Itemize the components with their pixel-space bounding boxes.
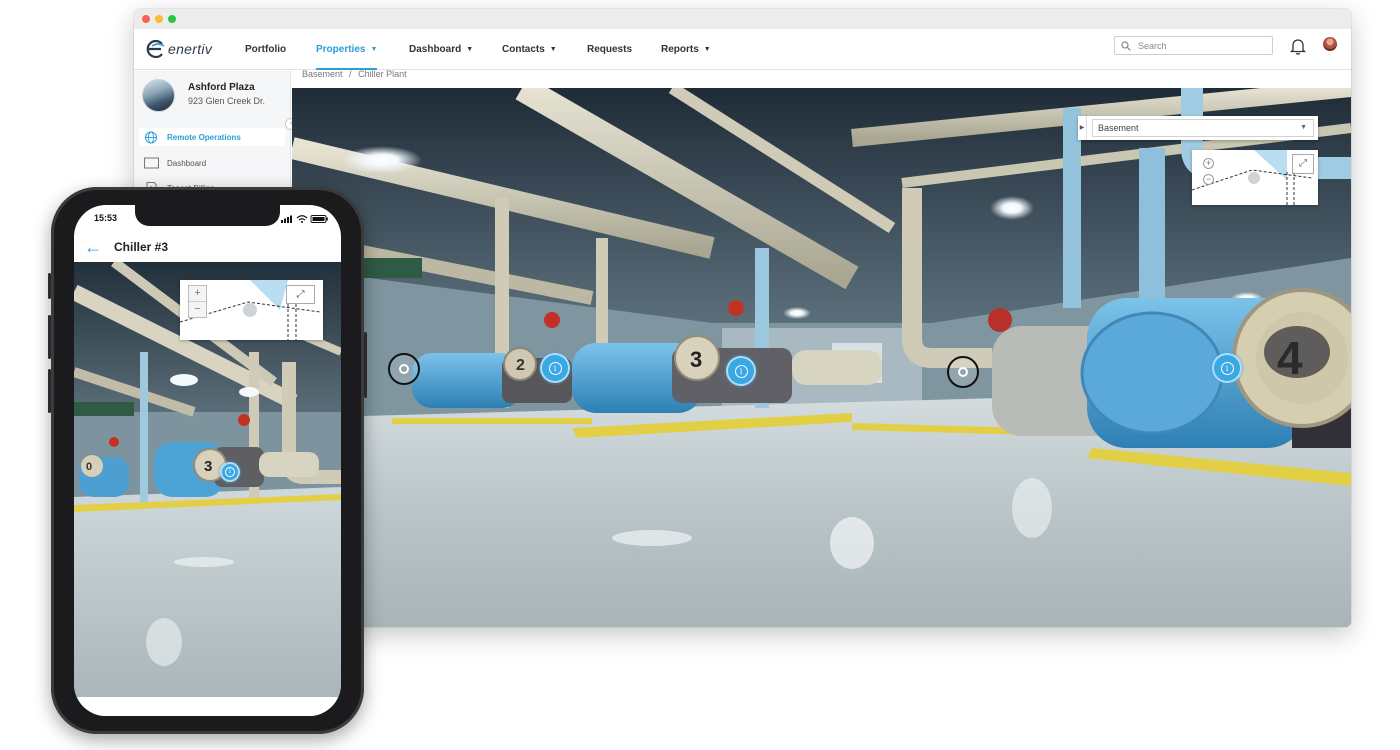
chiller-3-label: 3 <box>690 347 702 372</box>
nav-requests[interactable]: Requests <box>587 29 632 70</box>
floor-selector: ▶ Basement ▼ <box>1078 116 1318 140</box>
minimize-window-button[interactable] <box>155 15 163 23</box>
sidebar-item-remote-operations[interactable]: Remote Operations <box>139 128 285 146</box>
chiller-2-info-hotspot[interactable]: i <box>540 353 570 383</box>
phone-zoom-controls: + − <box>188 285 207 318</box>
sidebar-item-label: Remote Operations <box>167 132 241 142</box>
nav-portfolio-label: Portfolio <box>245 44 287 55</box>
nav-dashboard-label: Dashboard <box>409 44 462 55</box>
search-box[interactable] <box>1114 36 1273 55</box>
caret-down-icon: ▼ <box>549 46 557 53</box>
status-time: 15:53 <box>94 213 118 223</box>
globe-icon <box>145 131 157 143</box>
navigation-point-right[interactable] <box>947 356 979 388</box>
nav-point-icon <box>958 367 968 377</box>
floor-minimap[interactable]: + − ⤢ <box>1192 150 1318 205</box>
phone-minimap[interactable]: + − ⤢ <box>180 280 323 340</box>
phone-header: ← Chiller #3 <box>74 235 341 262</box>
expand-map-icon[interactable]: ⤢ <box>1292 154 1314 174</box>
nav-portfolio[interactable]: Portfolio <box>245 29 286 70</box>
phone-expand-map-icon[interactable]: ⤢ <box>286 285 315 304</box>
search-input[interactable] <box>1138 40 1258 51</box>
chiller-4-info-hotspot[interactable]: i <box>1212 353 1242 383</box>
status-icons <box>281 215 328 223</box>
phone-zoom-out-button[interactable]: − <box>189 302 206 318</box>
back-arrow-icon[interactable]: ← <box>84 238 102 256</box>
nav-dashboard[interactable]: Dashboard ▼ <box>409 29 473 70</box>
property-name: Ashford Plaza <box>188 82 255 93</box>
info-icon: i <box>225 467 235 477</box>
enertiv-logo-icon <box>146 40 165 58</box>
phone-bottom-bar <box>74 697 341 716</box>
window-titlebar <box>134 9 1351 29</box>
nav-reports[interactable]: Reports ▼ <box>661 29 711 70</box>
nav-point-icon <box>399 364 409 374</box>
phone-chiller-info-hotspot[interactable]: i <box>220 462 240 482</box>
navigation-point-left[interactable] <box>388 353 420 385</box>
phone-panorama-viewer[interactable]: 0 3 i + − ⤢ <box>74 262 341 697</box>
nav-properties[interactable]: Properties ▼ <box>316 29 378 70</box>
breadcrumb-chiller-plant: Chiller Plant <box>358 69 407 79</box>
floor-dropdown-value: Basement <box>1098 123 1139 133</box>
phone-device: 15:53 ← Chiller #3 0 3 i + − ⤢ <box>48 187 367 734</box>
chiller-4-label: 4 <box>1277 332 1303 384</box>
zoom-window-button[interactable] <box>168 15 176 23</box>
caret-down-icon: ▼ <box>703 46 711 53</box>
panel-expand-icon[interactable]: ▶ <box>1078 116 1087 140</box>
phone-volume-up <box>48 315 51 359</box>
phone-page-title: Chiller #3 <box>114 240 169 254</box>
info-icon: i <box>548 361 562 375</box>
phone-mute-switch <box>48 273 51 299</box>
nav-contacts-label: Contacts <box>502 44 545 55</box>
nav-reports-label: Reports <box>661 44 699 55</box>
svg-text:0: 0 <box>86 461 92 473</box>
notifications-bell-icon[interactable] <box>1290 37 1306 55</box>
caret-down-icon: ▼ <box>466 46 474 53</box>
user-avatar[interactable] <box>1323 37 1337 51</box>
sidebar-item-label: Dashboard <box>167 158 207 168</box>
breadcrumb-basement[interactable]: Basement <box>302 69 343 79</box>
close-window-button[interactable] <box>142 15 150 23</box>
sidebar-item-dashboard[interactable]: Dashboard <box>139 154 285 172</box>
property-thumbnail <box>142 79 175 112</box>
nav-contacts[interactable]: Contacts ▼ <box>502 29 557 70</box>
caret-down-icon: ▼ <box>370 46 378 53</box>
zoom-in-button[interactable]: + <box>1203 158 1214 169</box>
breadcrumb-separator: / <box>349 69 352 79</box>
floor-dropdown[interactable]: Basement ▼ <box>1092 119 1314 137</box>
phone-chiller-3-label: 3 <box>204 458 212 475</box>
phone-screen: 15:53 ← Chiller #3 0 3 i + − ⤢ <box>74 205 341 716</box>
info-icon: i <box>734 364 748 378</box>
phone-zoom-in-button[interactable]: + <box>189 286 206 302</box>
brand-logo[interactable]: enertiv <box>144 40 212 58</box>
nav-requests-label: Requests <box>587 44 633 55</box>
monitor-icon <box>144 157 159 168</box>
top-navbar: enertiv Portfolio Properties ▼ Dashboard ▼… <box>134 29 1351 70</box>
phone-power-button <box>364 332 367 398</box>
zoom-out-button[interactable]: − <box>1203 174 1214 185</box>
search-icon <box>1121 40 1131 51</box>
breadcrumb: Basement / Chiller Plant <box>302 69 411 79</box>
panorama-viewer[interactable]: 2 3 4 ▶ Basement ▼ + − ⤢ i i i <box>292 88 1351 627</box>
nav-properties-label: Properties <box>316 44 366 55</box>
chevron-down-icon: ▼ <box>1300 124 1307 131</box>
info-icon: i <box>1220 361 1234 375</box>
brand-name: enertiv <box>168 41 213 57</box>
phone-volume-down <box>48 369 51 413</box>
property-address: 923 Glen Creek Dr. <box>188 96 266 106</box>
phone-notch <box>135 205 280 226</box>
chiller-2-label: 2 <box>516 357 525 374</box>
chiller-3-info-hotspot[interactable]: i <box>726 356 756 386</box>
